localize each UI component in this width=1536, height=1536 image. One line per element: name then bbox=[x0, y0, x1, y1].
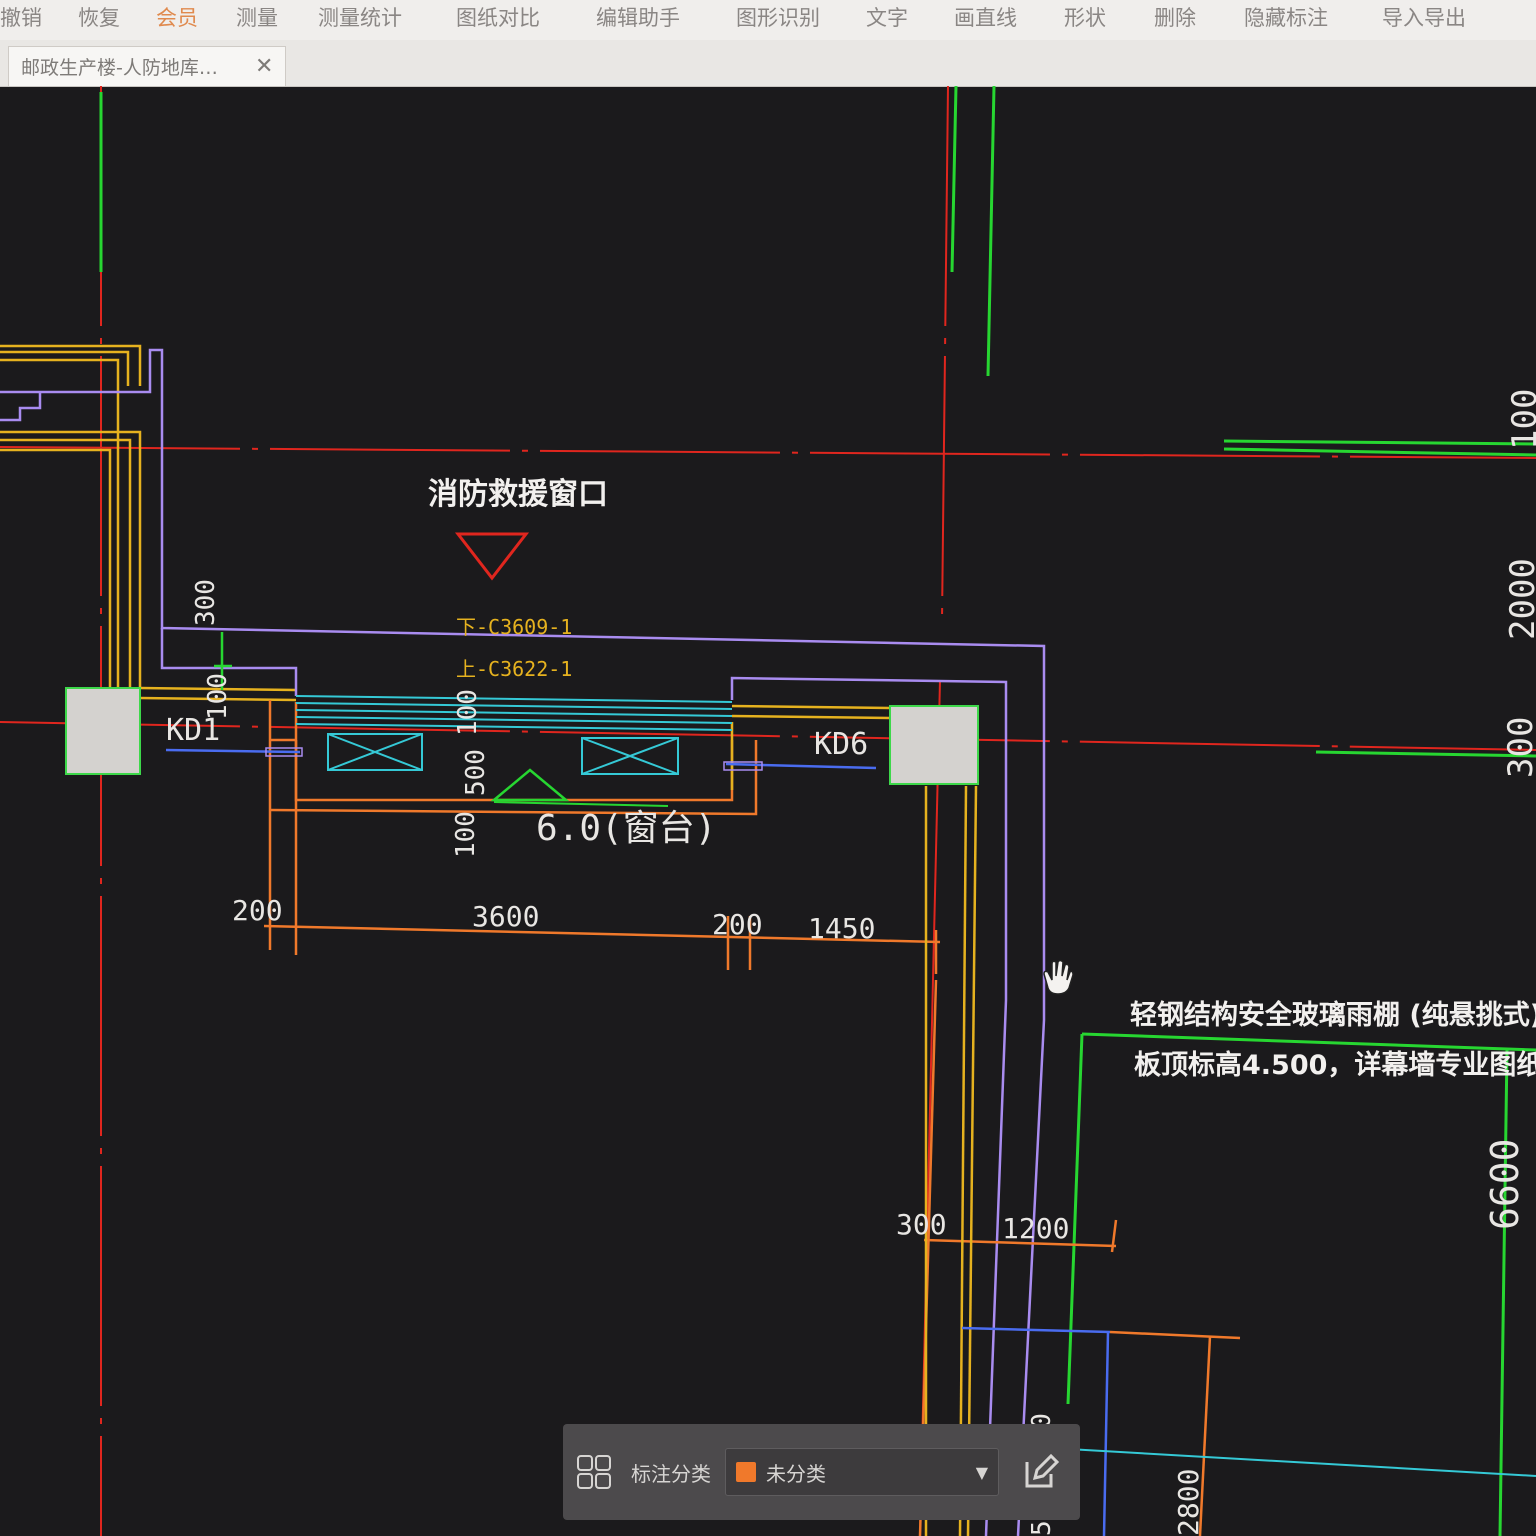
dim-300-left: 300 bbox=[191, 579, 221, 626]
note-line-1: 轻钢结构安全玻璃雨棚 (纯悬挑式) bbox=[1130, 999, 1536, 1031]
dim-300-low: 300 bbox=[896, 1208, 947, 1241]
rescue-window-marker bbox=[454, 532, 530, 581]
annotation-category-label: 标注分类 bbox=[631, 1461, 711, 1486]
edit-assistant-button[interactable]: 编辑助手 bbox=[596, 2, 680, 32]
sill-level-label: 6.0(窗台) bbox=[536, 808, 716, 849]
lower-window-label: 下-C3609-1 bbox=[456, 615, 572, 639]
draw-line-button[interactable]: 画直线 bbox=[954, 2, 1017, 32]
elevation-marker bbox=[490, 768, 570, 802]
column-kd1 bbox=[65, 687, 141, 775]
measure-stats-button[interactable]: 测量统计 bbox=[318, 2, 402, 32]
close-icon[interactable]: ✕ bbox=[255, 54, 273, 79]
dim-1450: 1450 bbox=[808, 912, 875, 945]
dim-2000: 2000 bbox=[1503, 558, 1536, 640]
member-button[interactable]: 会员 bbox=[156, 2, 198, 32]
dim-6600: 6600 bbox=[1483, 1138, 1527, 1230]
dim-200-b: 200 bbox=[712, 908, 763, 941]
top-toolbar: 撤销 恢复 会员 测量 测量统计 图纸对比 编辑助手 图形识别 文字 画直线 形… bbox=[0, 0, 1536, 40]
dim-300-right: 300 bbox=[1501, 717, 1536, 778]
cad-drawing: 消防救援窗口 下-C3609-1 上-C3622-1 KD1 KD6 6.0(窗… bbox=[0, 86, 1536, 1536]
category-select[interactable]: 未分类 ▼ bbox=[725, 1448, 999, 1496]
upper-window-label: 上-C3622-1 bbox=[456, 657, 572, 681]
category-color-swatch bbox=[736, 1462, 756, 1482]
note-line-2: 板顶标高4.500，详幕墙专业图纸 bbox=[1134, 1049, 1536, 1081]
undo-button[interactable]: 撤销 bbox=[0, 2, 42, 32]
dim-2800: 2800 bbox=[1172, 1469, 1205, 1536]
dim-100-low: 100 bbox=[451, 811, 481, 858]
dim-100-mid: 100 bbox=[453, 689, 483, 736]
delete-button[interactable]: 删除 bbox=[1154, 2, 1196, 32]
column-label-kd6: KD6 bbox=[814, 727, 868, 762]
dim-500: 500 bbox=[461, 749, 491, 796]
pan-hand-icon bbox=[1043, 959, 1074, 995]
document-tab-label: 邮政生产楼-人防地库… bbox=[21, 57, 218, 79]
dim-1200: 1200 bbox=[1002, 1212, 1069, 1245]
grid-icon[interactable] bbox=[577, 1455, 611, 1489]
redo-button[interactable]: 恢复 bbox=[78, 2, 120, 32]
text-button[interactable]: 文字 bbox=[866, 2, 908, 32]
compare-button[interactable]: 图纸对比 bbox=[456, 2, 540, 32]
title-label: 消防救援窗口 bbox=[428, 477, 608, 512]
dim-200-a: 200 bbox=[232, 894, 283, 927]
dim-100-right: 100 bbox=[1505, 389, 1536, 450]
category-selected-value: 未分类 bbox=[766, 1461, 826, 1486]
document-tab[interactable]: 邮政生产楼-人防地库… ✕ bbox=[8, 46, 286, 86]
shape-button[interactable]: 形状 bbox=[1064, 2, 1106, 32]
column-kd6 bbox=[889, 705, 979, 785]
document-tab-bar: 邮政生产楼-人防地库… ✕ bbox=[0, 40, 1536, 87]
chevron-down-icon: ▼ bbox=[975, 1463, 988, 1482]
dim-100-left: 100 bbox=[203, 673, 233, 720]
annotation-category-bar: 标注分类 未分类 ▼ bbox=[563, 1424, 1080, 1520]
import-export-button[interactable]: 导入导出 bbox=[1382, 2, 1466, 32]
shape-recognition-button[interactable]: 图形识别 bbox=[736, 2, 820, 32]
drawing-canvas[interactable]: 消防救援窗口 下-C3609-1 上-C3622-1 KD1 KD6 6.0(窗… bbox=[0, 86, 1536, 1536]
hide-annotation-button[interactable]: 隐藏标注 bbox=[1244, 2, 1328, 32]
dim-3600: 3600 bbox=[472, 900, 539, 933]
measure-button[interactable]: 测量 bbox=[236, 2, 278, 32]
edit-icon[interactable] bbox=[1019, 1450, 1063, 1494]
